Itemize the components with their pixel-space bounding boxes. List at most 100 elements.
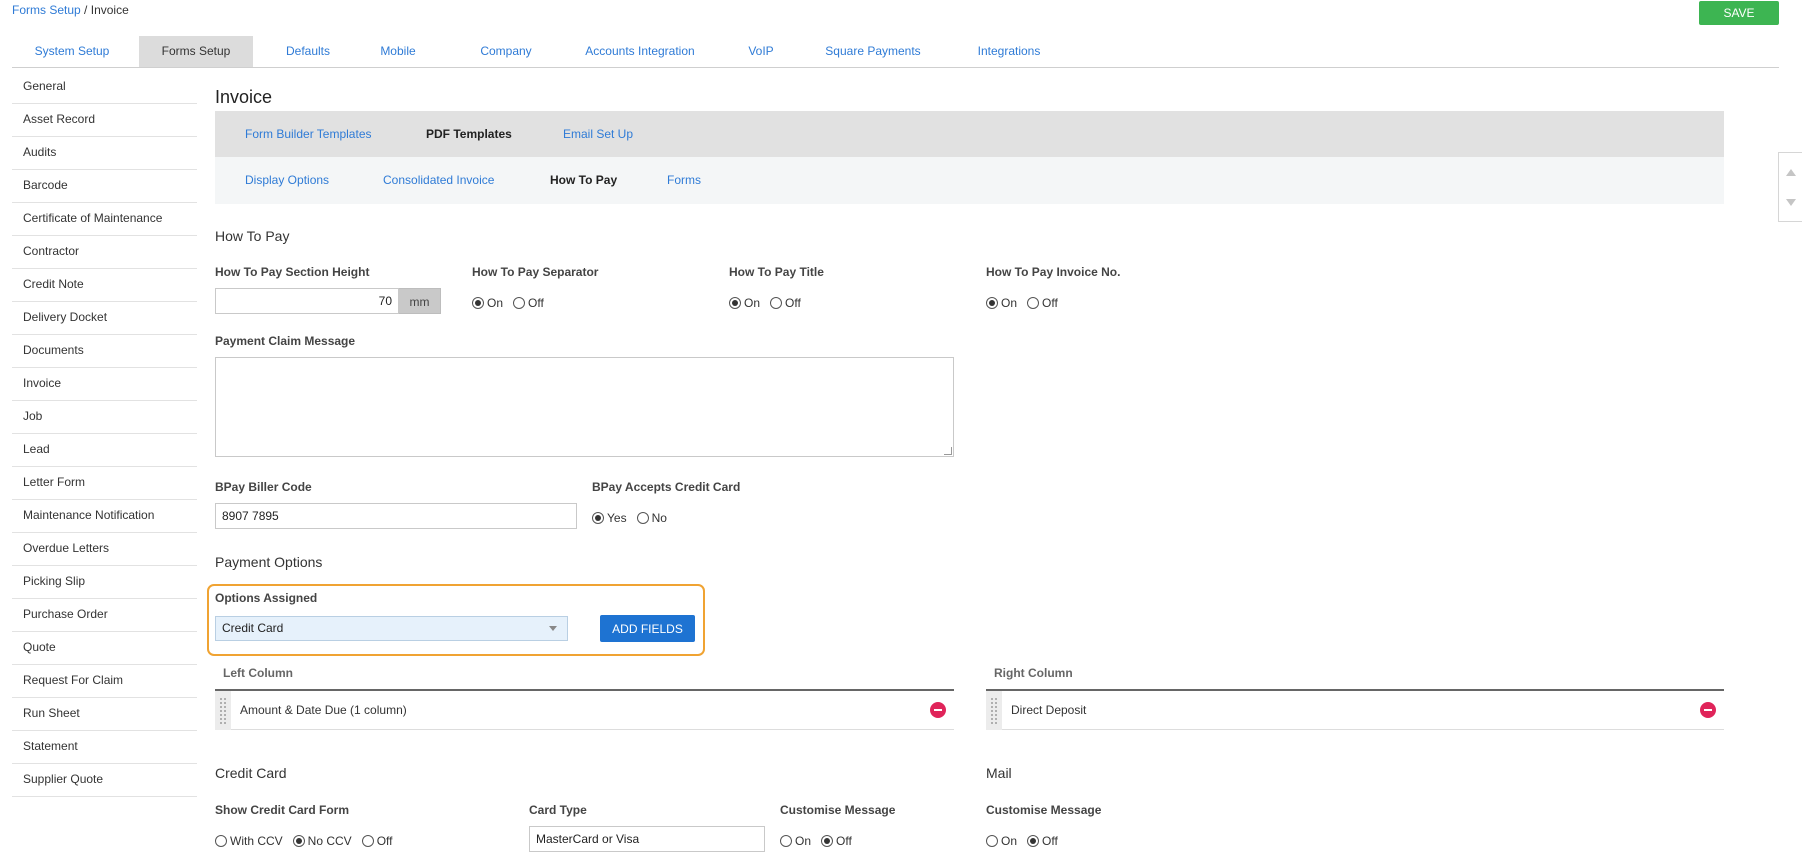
cc-form-off-radio[interactable] [361, 835, 374, 847]
title-label: How To Pay Title [729, 265, 824, 279]
sidebar-item-certificate-of-maintenance[interactable]: Certificate of Maintenance [12, 203, 197, 236]
add-fields-button[interactable]: ADD FIELDS [600, 615, 695, 642]
bpay-no-radio[interactable] [636, 512, 649, 524]
sidebar-item-contractor[interactable]: Contractor [12, 236, 197, 269]
sidebar-item-delivery-docket[interactable]: Delivery Docket [12, 302, 197, 335]
sidebar-item-credit-note[interactable]: Credit Note [12, 269, 197, 302]
separator-on-option[interactable]: On [472, 296, 503, 310]
tab-mobile[interactable]: Mobile [363, 36, 433, 67]
title-on-radio[interactable] [729, 297, 741, 309]
tab-accounts-integration[interactable]: Accounts Integration [565, 36, 715, 67]
cc-customise-on-option[interactable]: On [780, 834, 811, 848]
tab-how-to-pay[interactable]: How To Pay [550, 157, 617, 204]
sidebar-item-letter-form[interactable]: Letter Form [12, 467, 197, 500]
title-off-radio[interactable] [770, 297, 783, 309]
bpay-no-option[interactable]: No [636, 511, 667, 525]
title-off-option[interactable]: Off [770, 296, 801, 310]
mail-customise-on-radio[interactable] [986, 835, 998, 847]
breadcrumb-forms-setup-link[interactable]: Forms Setup [12, 3, 81, 17]
tab-defaults[interactable]: Defaults [268, 36, 348, 67]
sidebar-item-job[interactable]: Job [12, 401, 197, 434]
tab-forms[interactable]: Forms [667, 157, 701, 204]
invoice-no-on-label: On [1001, 296, 1018, 310]
cc-customise-off-option[interactable]: Off [821, 834, 852, 848]
with-ccv-option[interactable]: With CCV [215, 834, 283, 848]
how-to-pay-heading: How To Pay [215, 228, 290, 244]
drag-handle-icon[interactable] [986, 691, 1002, 730]
bpay-biller-code-input[interactable] [215, 503, 577, 529]
sidebar-item-supplier-quote[interactable]: Supplier Quote [12, 764, 197, 797]
mail-customise-off-option[interactable]: Off [1027, 834, 1058, 848]
tab-company[interactable]: Company [458, 36, 554, 67]
no-ccv-option[interactable]: No CCV [292, 834, 352, 848]
sidebar-item-quote[interactable]: Quote [12, 632, 197, 665]
show-cc-form-radio-group: With CCV No CCV Off [215, 834, 402, 848]
remove-icon[interactable] [930, 702, 946, 718]
tab-form-builder-templates[interactable]: Form Builder Templates [245, 111, 372, 157]
cc-customise-on-label: On [795, 834, 812, 848]
tab-forms-setup[interactable]: Forms Setup [139, 36, 253, 67]
cc-form-off-option[interactable]: Off [361, 834, 392, 848]
title-on-option[interactable]: On [729, 296, 760, 310]
tab-system-setup[interactable]: System Setup [12, 36, 132, 67]
payment-claim-message-textarea[interactable] [215, 357, 954, 457]
bpay-no-label: No [651, 511, 667, 525]
resize-grip-icon[interactable] [944, 447, 952, 455]
tab-pdf-templates[interactable]: PDF Templates [426, 111, 512, 157]
bpay-yes-radio[interactable] [592, 512, 604, 524]
no-ccv-radio[interactable] [292, 835, 305, 847]
tab-integrations[interactable]: Integrations [954, 36, 1064, 67]
sidebar-item-audits[interactable]: Audits [12, 137, 197, 170]
sidebar-item-run-sheet[interactable]: Run Sheet [12, 698, 197, 731]
left-column-list: Amount & Date Due (1 column) [215, 689, 954, 730]
sidebar-item-asset-record[interactable]: Asset Record [12, 104, 197, 137]
card-type-input[interactable] [529, 826, 765, 852]
separator-on-radio[interactable] [472, 297, 484, 309]
sidebar-item-statement[interactable]: Statement [12, 731, 197, 764]
section-height-input[interactable] [215, 288, 399, 314]
cc-customise-off-radio[interactable] [821, 835, 834, 847]
cc-customise-on-radio[interactable] [780, 835, 792, 847]
right-column-title: Right Column [994, 666, 1073, 680]
bpay-biller-code-label: BPay Biller Code [215, 480, 312, 494]
bpay-accepts-cc-label: BPay Accepts Credit Card [592, 480, 741, 494]
sidebar-item-purchase-order[interactable]: Purchase Order [12, 599, 197, 632]
sidebar-item-lead[interactable]: Lead [12, 434, 197, 467]
sidebar-item-picking-slip[interactable]: Picking Slip [12, 566, 197, 599]
mail-customise-on-option[interactable]: On [986, 834, 1017, 848]
tab-voip[interactable]: VoIP [731, 36, 791, 67]
tab-consolidated-invoice[interactable]: Consolidated Invoice [383, 157, 494, 204]
invoice-no-off-radio[interactable] [1027, 297, 1040, 309]
save-button[interactable]: SAVE [1699, 1, 1779, 25]
breadcrumb-current: Invoice [90, 3, 129, 17]
remove-icon[interactable] [1700, 702, 1716, 718]
mail-customise-off-label: Off [1042, 834, 1058, 848]
separator-off-option[interactable]: Off [513, 296, 544, 310]
sidebar-item-request-for-claim[interactable]: Request For Claim [12, 665, 197, 698]
scroll-up-icon[interactable] [1786, 169, 1796, 176]
mail-customise-off-radio[interactable] [1027, 835, 1040, 847]
scroll-down-icon[interactable] [1786, 199, 1796, 206]
invoice-no-on-radio[interactable] [986, 297, 998, 309]
options-assigned-select[interactable]: Credit Card [215, 616, 568, 641]
drag-handle-icon[interactable] [215, 691, 231, 730]
show-cc-form-label: Show Credit Card Form [215, 803, 350, 817]
bpay-yes-option[interactable]: Yes [592, 511, 627, 525]
options-assigned-label: Options Assigned [215, 591, 318, 605]
separator-off-radio[interactable] [513, 297, 526, 309]
with-ccv-radio[interactable] [215, 835, 227, 847]
tab-square-payments[interactable]: Square Payments [808, 36, 938, 67]
invoice-no-on-option[interactable]: On [986, 296, 1017, 310]
tab-display-options[interactable]: Display Options [245, 157, 329, 204]
sidebar-item-maintenance-notification[interactable]: Maintenance Notification [12, 500, 197, 533]
credit-card-heading: Credit Card [215, 765, 287, 781]
tab-email-set-up[interactable]: Email Set Up [563, 111, 633, 157]
sidebar-item-invoice[interactable]: Invoice [12, 368, 197, 401]
left-column-title: Left Column [223, 666, 293, 680]
sidebar-item-documents[interactable]: Documents [12, 335, 197, 368]
sidebar-item-overdue-letters[interactable]: Overdue Letters [12, 533, 197, 566]
sidebar-item-general[interactable]: General [12, 71, 197, 104]
sidebar-item-barcode[interactable]: Barcode [12, 170, 197, 203]
invoice-no-off-option[interactable]: Off [1027, 296, 1058, 310]
title-radio-group: On Off [729, 296, 811, 310]
